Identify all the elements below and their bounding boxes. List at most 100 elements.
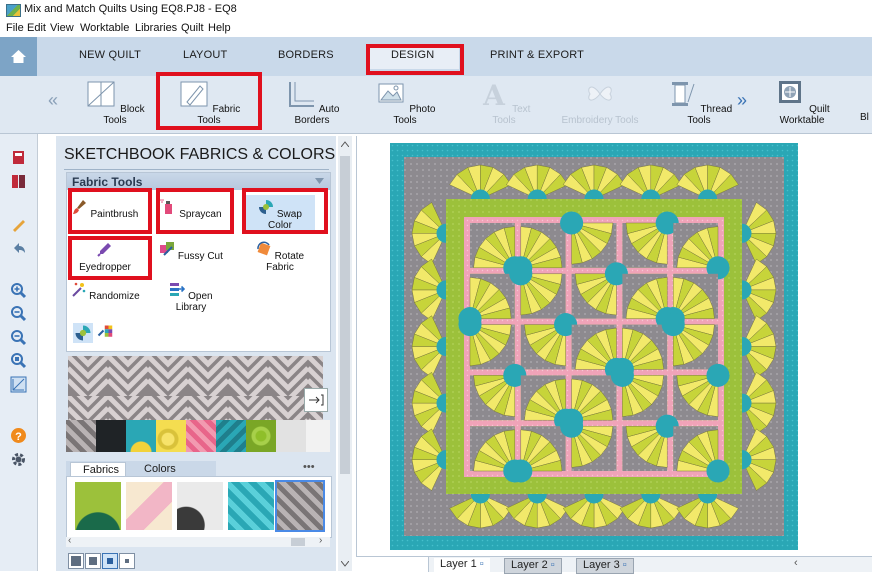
panel-divider	[64, 169, 329, 170]
panel-scroll-thumb[interactable]	[340, 156, 350, 474]
view-size-tiny-button[interactable]	[119, 553, 135, 569]
ribbon-quilt-worktable[interactable]: Quilt Worktable	[760, 80, 844, 126]
tab-colors-label: Colors	[144, 463, 176, 475]
open-library-icon	[170, 283, 186, 296]
view-size-small-button[interactable]	[102, 553, 118, 569]
sashing-horizontal[interactable]	[464, 420, 724, 427]
swap-color-small-icon	[75, 325, 91, 341]
palette-fabric-3[interactable]	[177, 482, 223, 530]
left-toolbar: ?	[0, 76, 38, 571]
ribbon-auto-borders[interactable]: Auto Borders	[277, 80, 347, 126]
fussy-cut-label: Fussy Cut	[177, 251, 223, 262]
fabric-swatch-green[interactable]	[246, 420, 276, 452]
open-library-button[interactable]: Open Library	[156, 277, 226, 315]
embroidery-tools-label: Embroidery Tools	[561, 115, 639, 126]
menu-help[interactable]: Help	[208, 22, 231, 34]
palette-fabric-2[interactable]	[126, 482, 172, 530]
randomize-label: Randomize	[89, 291, 140, 302]
panel-title: SKETCHBOOK FABRICS & COLORS	[64, 146, 336, 163]
fit-to-worktable-icon[interactable]	[10, 376, 27, 393]
swap-all-button[interactable]	[96, 323, 116, 343]
sashing-vertical[interactable]	[514, 217, 521, 476]
fabric-swatch-teal[interactable]	[216, 420, 246, 452]
zoom-out-icon[interactable]	[10, 305, 27, 322]
sashing-horizontal[interactable]	[464, 318, 724, 325]
photo-tools-icon	[378, 83, 404, 103]
palette-fabric-4[interactable]	[228, 482, 274, 530]
layer-scroll-left-icon[interactable]: ‹	[794, 557, 798, 569]
view-size-large-button[interactable]	[68, 553, 84, 569]
palette-fabric-5-selected[interactable]	[275, 480, 325, 532]
sashing-horizontal[interactable]	[464, 267, 724, 274]
rotate-fabric-button[interactable]: Rotate Fabric	[245, 237, 315, 275]
chevron-down-icon	[315, 178, 324, 184]
swap-mode-button[interactable]	[73, 323, 93, 343]
zoom-fit-icon[interactable]	[10, 329, 27, 346]
panel-vertical-scrollbar[interactable]	[338, 136, 352, 571]
ribbon-thread-tools[interactable]: Thread Tools	[664, 80, 734, 126]
ribbon-photo-tools[interactable]: Photo Tools	[372, 80, 438, 126]
layer-spacer	[356, 557, 429, 572]
menu-edit[interactable]: Edit	[27, 22, 46, 34]
add-to-sketchbook-button[interactable]	[304, 388, 328, 412]
quilt-canvas[interactable]	[390, 143, 798, 550]
zoom-actual-icon[interactable]	[10, 352, 27, 369]
tab-borders[interactable]: BORDERS	[278, 49, 334, 61]
title-bar: Mix and Match Quilts Using EQ8.PJ8 - EQ8	[0, 0, 872, 20]
layer-3-tab[interactable]: Layer 3 ▫	[576, 558, 634, 574]
tab-layout[interactable]: LAYOUT	[183, 49, 227, 61]
fabric-swatch-chevron[interactable]	[66, 420, 96, 452]
arrow-right-bracket-icon	[309, 394, 324, 406]
tab-print-export[interactable]: PRINT & EXPORT	[490, 49, 584, 61]
layer-1-tab[interactable]: Layer 1 ▫	[434, 558, 490, 572]
fabric-swatch-teal-yellow[interactable]	[126, 420, 156, 452]
fabric-swatch-black[interactable]	[96, 420, 126, 452]
menu-worktable[interactable]: Worktable	[80, 22, 129, 34]
expand-ribbon-button[interactable]: »	[737, 90, 747, 111]
help-icon[interactable]: ?	[10, 427, 27, 444]
ribbon-block-worktable[interactable]: Bl	[860, 80, 872, 123]
more-options-button[interactable]: •••	[303, 461, 315, 473]
sashing-vertical[interactable]	[616, 217, 623, 476]
palette-scrollbar[interactable]: ‹ ›	[66, 535, 330, 547]
size-medium-icon	[89, 557, 97, 565]
thread-tools-icon	[671, 82, 695, 106]
layer-2-tab[interactable]: Layer 2 ▫	[504, 558, 562, 574]
rotate-fabric-icon	[257, 241, 271, 256]
view-size-medium-button[interactable]	[85, 553, 101, 569]
sashing-vertical[interactable]	[718, 217, 724, 476]
fabric-swatch-gray[interactable]	[276, 420, 306, 452]
sashing-horizontal[interactable]	[464, 217, 724, 223]
sashing-horizontal[interactable]	[464, 471, 724, 477]
palette-fabric-1[interactable]	[75, 482, 121, 530]
fussy-cut-button[interactable]: Fussy Cut	[156, 237, 226, 275]
zoom-in-icon[interactable]	[10, 282, 27, 299]
undo-icon[interactable]	[10, 240, 27, 257]
fussy-cut-icon	[160, 242, 175, 256]
randomize-button[interactable]: Randomize	[70, 277, 140, 315]
sashing-horizontal[interactable]	[464, 369, 724, 376]
fabric-strip	[66, 420, 331, 452]
sashing-vertical[interactable]	[464, 217, 470, 476]
add-to-sketchbook-icon[interactable]	[10, 149, 27, 166]
fabric-swatch-yellow[interactable]	[156, 420, 186, 452]
ribbon: « Block Tools Fabric Tools Auto Borders …	[0, 76, 872, 134]
pencil-icon[interactable]	[10, 216, 27, 233]
collapse-ribbon-button[interactable]: «	[48, 90, 58, 111]
ribbon-block-tools[interactable]: Block Tools	[84, 80, 146, 126]
quilt-design[interactable]	[390, 143, 798, 550]
menu-file[interactable]: File	[6, 22, 24, 34]
settings-gear-icon[interactable]	[10, 451, 27, 468]
palette-scroll-thumb[interactable]	[291, 538, 305, 546]
view-sketchbook-icon[interactable]	[10, 173, 27, 190]
home-button[interactable]	[0, 37, 37, 76]
fabric-swatch-pink[interactable]	[186, 420, 216, 452]
tab-new-quilt[interactable]: NEW QUILT	[79, 49, 141, 61]
menu-libraries[interactable]: Libraries	[135, 22, 177, 34]
tab-colors[interactable]: Colors	[144, 462, 204, 477]
svg-text:A: A	[482, 80, 506, 108]
layer-3-icon: ▫	[622, 559, 627, 571]
scroll-down-icon	[341, 561, 349, 567]
menu-view[interactable]: View	[50, 22, 74, 34]
menu-quilt[interactable]: Quilt	[181, 22, 204, 34]
